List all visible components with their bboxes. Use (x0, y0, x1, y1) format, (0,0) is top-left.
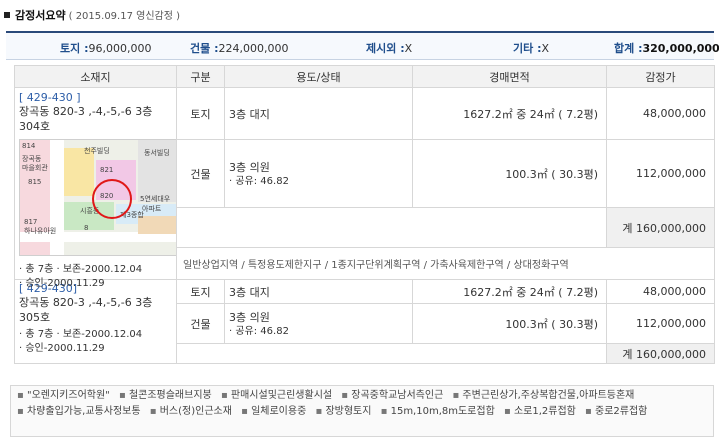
unit2-floors: · 총 7층 · 보존-2000.12.04 (19, 329, 143, 340)
feature-item: 장곡중학교남서측인근 (341, 390, 443, 401)
unit2-bldg-share: · 공유: 46.82 (229, 325, 289, 337)
section-title: 감정서요약( 2015.09.17 영신감정 ) (4, 7, 180, 23)
unit2-bldg-type: 건물 (176, 303, 225, 344)
unit1-dates: · 총 7층 · 보존-2000.12.04 · 승인-2000.11.29 (19, 263, 175, 291)
appraisal-table: 소재지 구분 용도/상태 경매면적 감정가 [ 429-430 ] 장곡동 82… (14, 65, 715, 364)
section-subtitle: ( 2015.09.17 영신감정 ) (68, 11, 181, 22)
map-label: 814 (22, 142, 36, 150)
unit1-bldg-share: · 공유: 46.82 (229, 175, 289, 187)
map-label: 817 (24, 218, 38, 226)
unit1-bldg-price: 112,000,000 (606, 139, 715, 208)
unit2-land-area: 1627.2㎡ 중 24㎡ ( 7.2평) (412, 279, 607, 304)
table-row: [ 429-430 ] 장곡동 820-3 ,-4,-5,-6 3층 304호 … (14, 87, 715, 280)
unit1-bldg-use-cell: 3층 의원 · 공유: 46.82 (224, 139, 413, 208)
unit2-bldg-price: 112,000,000 (606, 303, 715, 344)
feature-item: 중로2류접함 (585, 406, 647, 417)
map-label: 815 (28, 178, 42, 186)
section-title-text: 감정서요약 (15, 9, 66, 22)
unit2-bldg-area: 100.3㎡ ( 30.3평) (412, 303, 607, 344)
map-label: 8 (84, 224, 89, 232)
unit1-floors: · 총 7층 · 보존-2000.12.04 (19, 264, 143, 275)
bullet-square-icon (4, 12, 10, 18)
col-header-use: 용도/상태 (224, 65, 413, 88)
col-header-type: 구분 (176, 65, 225, 88)
unit1-land-use: 3층 대지 (224, 87, 413, 140)
feature-item: 일체로이용중 (241, 406, 306, 417)
summary-excluded: 제시외 :X (366, 42, 413, 55)
unit2-bldg-use-cell: 3층 의원 · 공유: 46.82 (224, 303, 413, 344)
unit1-address-line2: 304호 (19, 120, 51, 133)
map-label: 5연세대우 (140, 195, 171, 203)
map-label: 마을회관 (22, 164, 48, 172)
unit1-location-cell: [ 429-430 ] 장곡동 820-3 ,-4,-5,-6 3층 304호 … (14, 87, 177, 280)
summary-total: 합계 :320,000,000 (614, 42, 719, 55)
col-header-area: 경매면적 (412, 65, 607, 88)
unit2-subtotal: 계 160,000,000 (606, 343, 715, 364)
unit1-approval: · 승인-2000.11.29 (19, 278, 105, 289)
unit1-code-link[interactable]: [ 429-430 ] (19, 91, 172, 104)
summary-building: 건물 :224,000,000 (190, 42, 289, 55)
feature-item: 주변근린상가,주상복합건물,아파트등혼재 (452, 390, 634, 401)
unit1-bldg-use: 3층 의원 (229, 160, 270, 174)
summary-other: 기타 :X (513, 42, 550, 55)
feature-item: 차량출입가능,교통사정보통 (17, 406, 141, 417)
feature-item: 철콘조평슬래브지붕 (119, 390, 212, 401)
unit2-bldg-use: 3층 의원 (229, 310, 270, 324)
unit2-land-type: 토지 (176, 279, 225, 304)
unit2-approval: · 승인-2000.11.29 (19, 343, 105, 354)
valuation-summary-bar: 토지 :96,000,000 건물 :224,000,000 제시외 :X 기타… (6, 31, 719, 60)
map-label: 동서빌딩 (144, 149, 170, 157)
feature-item: "오렌지키즈어학원" (17, 390, 110, 401)
feature-item: 소로1,2류접함 (504, 406, 576, 417)
unit1-zoning: 일반상업지역 / 특정용도제한지구 / 1종지구단위계획구역 / 가축사육제한구… (176, 247, 715, 280)
table-header-row: 소재지 구분 용도/상태 경매면적 감정가 (14, 65, 715, 88)
map-label: 천주빌딩 (84, 147, 110, 155)
col-header-price: 감정가 (606, 65, 715, 88)
feature-item: 15m,10m,8m도로접합 (381, 406, 495, 417)
unit2-address-line1: 장곡동 820-3 ,-4,-5,-6 3층 (19, 296, 153, 309)
feature-item: 판매시설및근린생활시설 (221, 390, 332, 401)
feature-item: 장방형토지 (315, 406, 371, 417)
unit1-bldg-type: 건물 (176, 139, 225, 208)
unit2-land-use: 3층 대지 (224, 279, 413, 304)
property-features: "오렌지키즈어학원" 철콘조평슬래브지붕 판매시설및근린생활시설 장곡중학교남서… (10, 385, 714, 437)
summary-land: 토지 :96,000,000 (60, 42, 152, 55)
map-label: 아파트 (142, 205, 162, 213)
unit2-address-line2: 305호 (19, 311, 51, 324)
unit1-bldg-area: 100.3㎡ ( 30.3평) (412, 139, 607, 208)
unit2-land-price: 48,000,000 (606, 279, 715, 304)
property-marker-circle-icon (92, 179, 132, 219)
unit1-land-type: 토지 (176, 87, 225, 140)
unit1-subtotal: 계 160,000,000 (606, 207, 715, 248)
map-label: 821 (100, 166, 114, 174)
unit1-land-area: 1627.2㎡ 중 24㎡ ( 7.2평) (412, 87, 607, 140)
unit1-address-line1: 장곡동 820-3 ,-4,-5,-6 3층 (19, 105, 153, 118)
unit2-location-cell: [ 429-430] 장곡동 820-3 ,-4,-5,-6 3층 305호 ·… (14, 279, 177, 364)
unit1-land-price: 48,000,000 (606, 87, 715, 140)
col-header-location: 소재지 (14, 65, 177, 88)
map-label: 하나유아원 (24, 227, 57, 235)
location-map-thumbnail[interactable]: 814 장곡동 마을회관 815 천주빌딩 동서빌딩 821 820 5연세대우… (19, 139, 176, 256)
feature-item: 버스(정)인근소재 (150, 406, 232, 417)
